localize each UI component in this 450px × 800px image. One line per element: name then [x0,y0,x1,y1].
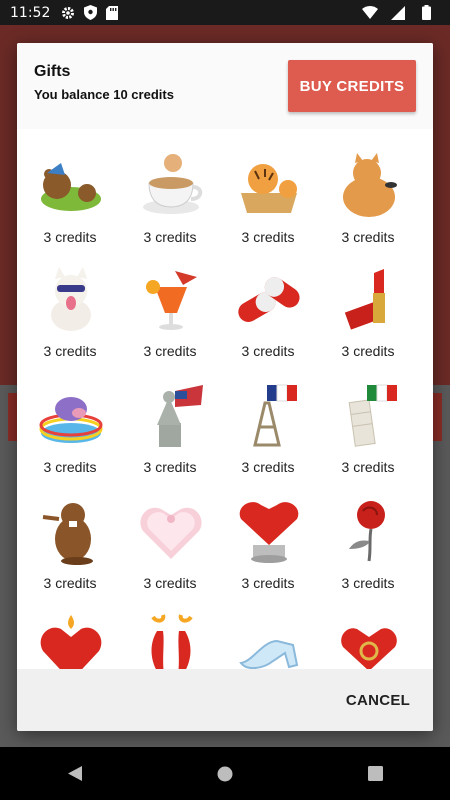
sleeping-bear-icon [35,149,107,221]
cherry-pie-icon [233,495,305,567]
red-rose-icon [333,495,405,567]
gift-item-sleeping-bear[interactable]: 3 credits [21,149,119,265]
gift-item-coffee-cup[interactable]: 3 credits [121,149,219,265]
leaning-tower-icon [333,379,405,451]
gift-price: 3 credits [241,343,295,359]
gift-price: 3 credits [341,343,395,359]
recents-icon[interactable] [360,759,390,789]
gift-price: 3 credits [143,229,197,245]
gift-price: 3 credits [241,575,295,591]
gift-item-ring-box[interactable] [319,611,417,669]
gift-price: 3 credits [341,459,395,475]
glass-slipper-icon [233,611,305,669]
cancel-button[interactable]: CANCEL [333,675,423,725]
buy-credits-button[interactable]: BUY CREDITS [288,60,416,112]
hippo-pool-icon [35,379,107,451]
navigation-bar [0,747,450,800]
heart-cake-icon [135,495,207,567]
gift-item-leaning-tower[interactable]: 3 credits [319,379,417,495]
gift-price: 3 credits [143,575,197,591]
gift-item-pills[interactable]: 3 credits [219,263,317,379]
sd-card-icon [104,5,120,21]
dialog-header: Gifts You balance 10 credits BUY CREDITS [17,43,433,129]
shield-icon [82,5,98,21]
gift-price: 3 credits [43,343,97,359]
gift-item-lipstick[interactable]: 3 credits [319,263,417,379]
cool-dog-icon [35,263,107,335]
gift-item-heart-candle[interactable] [21,611,119,669]
battery-icon [418,5,434,21]
tiger-basket-icon [233,149,305,221]
gift-price: 3 credits [143,343,197,359]
gift-price: 3 credits [143,459,197,475]
gifts-dialog: Gifts You balance 10 credits BUY CREDITS… [17,43,433,731]
gift-item-red-rose[interactable]: 3 credits [319,495,417,611]
gift-price: 3 credits [43,575,97,591]
eiffel-tower-icon [233,379,305,451]
gift-price: 3 credits [341,575,395,591]
gift-item-cool-dog[interactable]: 3 credits [21,263,119,379]
gift-item-cocktail[interactable]: 3 credits [121,263,219,379]
home-icon[interactable] [210,759,240,789]
gift-price: 3 credits [341,229,395,245]
gift-item-eiffel-tower[interactable]: 3 credits [219,379,317,495]
status-time: 11:52 [10,4,51,21]
gift-item-beaver[interactable]: 3 credits [21,495,119,611]
wifi-icon [362,5,378,21]
coffee-cup-icon [135,149,207,221]
gift-item-heart-cake[interactable]: 3 credits [121,495,219,611]
ring-box-icon [333,611,405,669]
gift-item-tiger-basket[interactable]: 3 credits [219,149,317,265]
gift-item-cherry-pie[interactable]: 3 credits [219,495,317,611]
fat-cat-icon [333,149,405,221]
signal-icon [390,5,406,21]
gift-price: 3 credits [241,459,295,475]
gift-price: 3 credits [241,229,295,245]
gift-price: 3 credits [43,229,97,245]
lipstick-icon [333,263,405,335]
statue-of-liberty-icon [135,379,207,451]
gift-price: 3 credits [43,459,97,475]
dialog-footer: CANCEL [17,669,433,731]
status-bar: 11:52 [0,0,450,25]
heart-candle-icon [35,611,107,669]
gift-item-statue-of-liberty[interactable]: 3 credits [121,379,219,495]
hot-peppers-icon [135,611,207,669]
cocktail-icon [135,263,207,335]
beaver-icon [35,495,107,567]
gift-item-fat-cat[interactable]: 3 credits [319,149,417,265]
gift-item-hippo-pool[interactable]: 3 credits [21,379,119,495]
pills-icon [233,263,305,335]
back-icon[interactable] [60,759,90,789]
gear-icon [60,5,76,21]
gift-item-hot-peppers[interactable] [121,611,219,669]
gift-item-glass-slipper[interactable] [219,611,317,669]
gift-grid-scroll[interactable]: 3 credits 3 credits 3 credits 3 credits 3 cr… [17,129,433,669]
